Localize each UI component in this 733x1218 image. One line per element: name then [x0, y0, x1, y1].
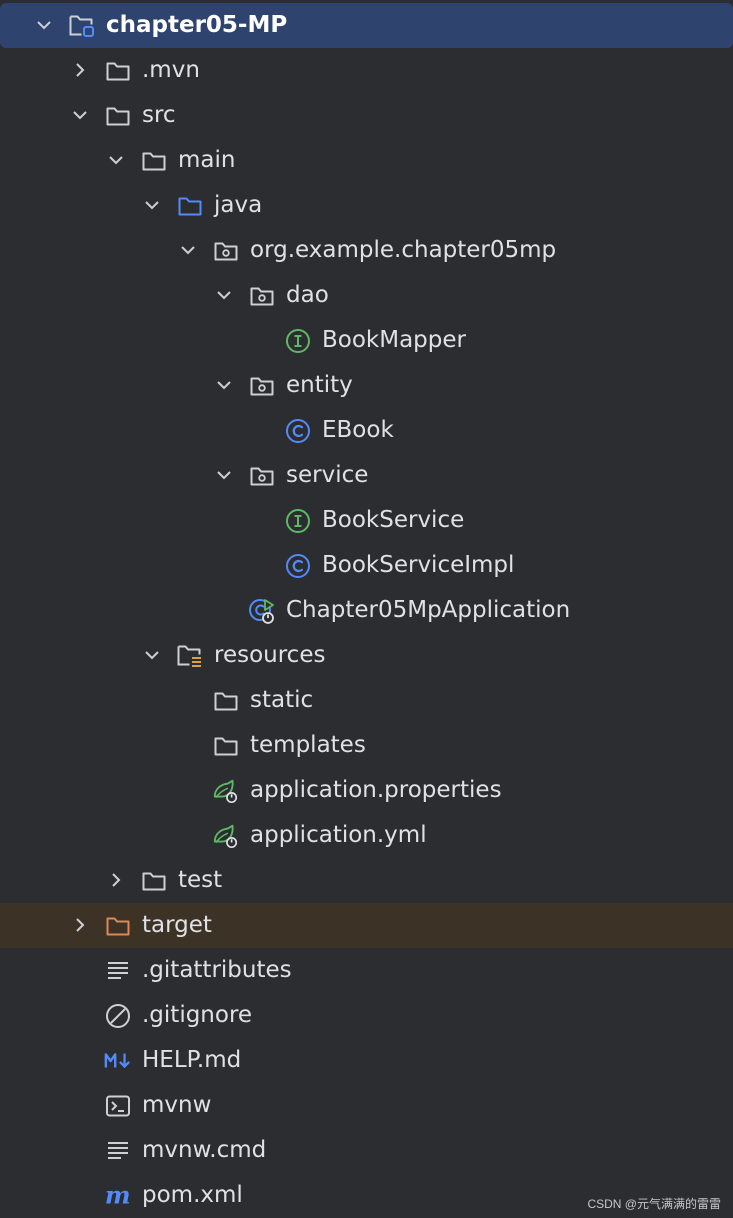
tree-item-bookserviceimpl[interactable]: BookServiceImpl [0, 543, 733, 588]
tree-item-label: application.yml [250, 822, 427, 848]
maven-icon: m [104, 1182, 132, 1210]
tree-item-label: .gitignore [142, 1002, 253, 1028]
markdown-icon [104, 1047, 132, 1075]
tree-item-service[interactable]: service [0, 453, 733, 498]
tree-item-label: mvnw.cmd [142, 1137, 267, 1163]
tree-item-label: mvnw [142, 1092, 212, 1118]
package-icon [248, 462, 276, 490]
tree-item-org-example-chapter05mp[interactable]: org.example.chapter05mp [0, 228, 733, 273]
tree-item-label: application.properties [250, 777, 502, 803]
tree-item-label: .mvn [142, 57, 200, 83]
text-file-icon [104, 1137, 132, 1165]
tree-item-ebook[interactable]: EBook [0, 408, 733, 453]
excluded-folder-icon [104, 912, 132, 940]
tree-item-label: pom.xml [142, 1182, 243, 1208]
tree-item-main[interactable]: main [0, 138, 733, 183]
folder-icon [104, 102, 132, 130]
tree-item-label: static [250, 687, 314, 713]
shell-script-icon [104, 1092, 132, 1120]
tree-item-label: BookServiceImpl [322, 552, 515, 578]
module-folder-icon [68, 12, 96, 40]
tree-item-bookmapper[interactable]: BookMapper [0, 318, 733, 363]
chevron-down-icon[interactable] [32, 13, 56, 37]
package-icon [248, 282, 276, 310]
chevron-down-icon[interactable] [176, 238, 200, 262]
class-icon [284, 552, 312, 580]
tree-item-label: test [178, 867, 223, 893]
source-folder-icon [176, 192, 204, 220]
chevron-down-icon[interactable] [104, 148, 128, 172]
tree-item-label: entity [286, 372, 353, 398]
tree-item-gitattributes[interactable]: .gitattributes [0, 948, 733, 993]
tree-item-label: resources [214, 642, 326, 668]
tree-item-label: templates [250, 732, 366, 758]
tree-item-dao[interactable]: dao [0, 273, 733, 318]
tree-item-application-yml[interactable]: application.yml [0, 813, 733, 858]
spring-config-icon [212, 777, 240, 805]
tree-item-label: dao [286, 282, 329, 308]
chevron-down-icon[interactable] [212, 283, 236, 307]
folder-icon [140, 147, 168, 175]
ignore-file-icon [104, 1002, 132, 1030]
resources-folder-icon [176, 642, 204, 670]
interface-icon [284, 327, 312, 355]
chevron-right-icon[interactable] [68, 913, 92, 937]
chevron-down-icon[interactable] [68, 103, 92, 127]
tree-item-label: Chapter05MpApplication [286, 597, 571, 623]
chevron-down-icon[interactable] [212, 463, 236, 487]
tree-item-gitignore[interactable]: .gitignore [0, 993, 733, 1038]
tree-item-resources[interactable]: resources [0, 633, 733, 678]
tree-item-java[interactable]: java [0, 183, 733, 228]
tree-item-label: java [214, 192, 263, 218]
interface-icon [284, 507, 312, 535]
tree-item-label: org.example.chapter05mp [250, 237, 557, 263]
tree-item-target[interactable]: target [0, 903, 733, 948]
tree-item-label: HELP.md [142, 1047, 242, 1073]
package-icon [212, 237, 240, 265]
tree-item-label: BookService [322, 507, 465, 533]
text-file-icon [104, 957, 132, 985]
chevron-right-icon[interactable] [104, 868, 128, 892]
folder-icon [212, 732, 240, 760]
chevron-down-icon[interactable] [140, 193, 164, 217]
tree-item-label: BookMapper [322, 327, 466, 353]
tree-item-mvn[interactable]: .mvn [0, 48, 733, 93]
tree-item-src[interactable]: src [0, 93, 733, 138]
tree-item-label: .gitattributes [142, 957, 292, 983]
folder-icon [140, 867, 168, 895]
tree-item-static[interactable]: static [0, 678, 733, 723]
project-tree: chapter05-MP .mvn src main java org.example.c… [0, 3, 733, 1218]
tree-item-chapter05-mp[interactable]: chapter05-MP [0, 3, 733, 48]
folder-icon [212, 687, 240, 715]
chevron-down-icon[interactable] [140, 643, 164, 667]
tree-item-templates[interactable]: templates [0, 723, 733, 768]
tree-item-label: target [142, 912, 212, 938]
spring-boot-class-icon [248, 597, 276, 625]
tree-item-label: main [178, 147, 236, 173]
tree-item-test[interactable]: test [0, 858, 733, 903]
svg-text:m: m [105, 1183, 131, 1209]
tree-item-label: src [142, 102, 176, 128]
tree-item-mvnw[interactable]: mvnw [0, 1083, 733, 1128]
tree-item-bookservice[interactable]: BookService [0, 498, 733, 543]
tree-item-label: service [286, 462, 369, 488]
tree-item-mvnw-cmd[interactable]: mvnw.cmd [0, 1128, 733, 1173]
tree-item-label: EBook [322, 417, 394, 443]
tree-item-help-md[interactable]: HELP.md [0, 1038, 733, 1083]
folder-icon [104, 57, 132, 85]
tree-item-application-properties[interactable]: application.properties [0, 768, 733, 813]
watermark: CSDN @元气满满的雷雷 [587, 1197, 721, 1211]
tree-item-chapter05mpapplication[interactable]: Chapter05MpApplication [0, 588, 733, 633]
chevron-down-icon[interactable] [212, 373, 236, 397]
class-icon [284, 417, 312, 445]
package-icon [248, 372, 276, 400]
tree-item-label: chapter05-MP [106, 12, 288, 38]
chevron-right-icon[interactable] [68, 58, 92, 82]
spring-config-icon [212, 822, 240, 850]
tree-item-entity[interactable]: entity [0, 363, 733, 408]
